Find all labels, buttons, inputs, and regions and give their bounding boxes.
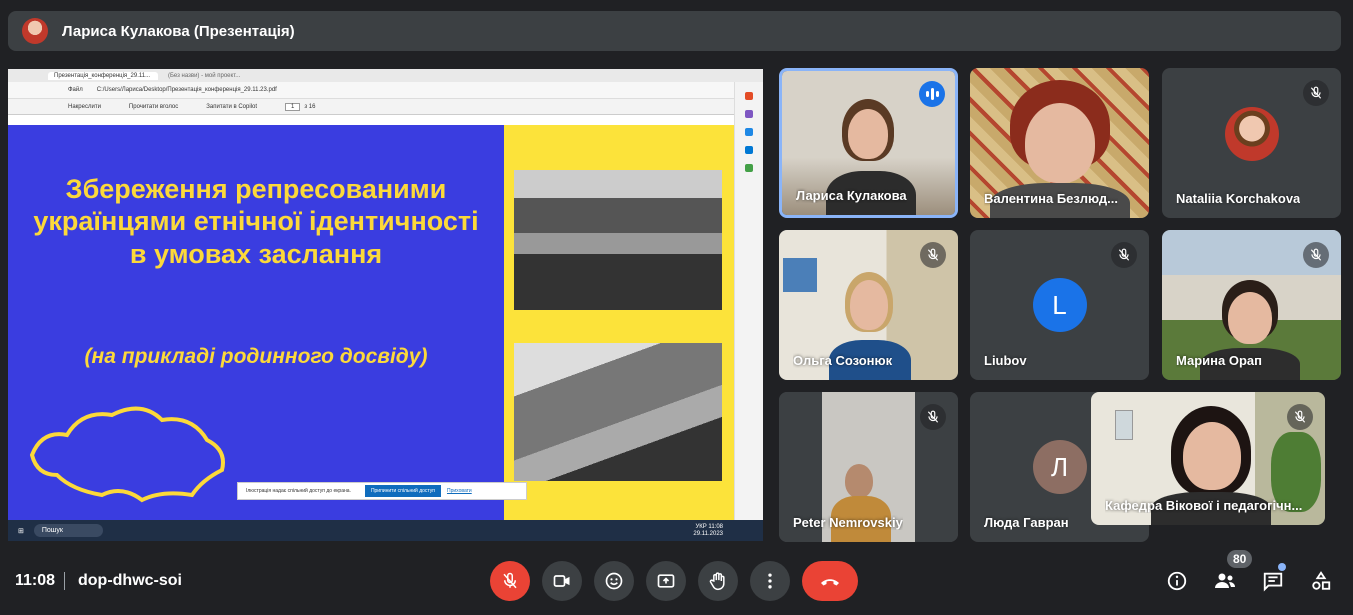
address-bar: Файл C:/Users/Лариса/Desktop/Презентація…: [8, 82, 763, 99]
mic-off-icon: [920, 404, 946, 430]
participant-tile[interactable]: Nataliia Korchakova: [1162, 68, 1341, 218]
participant-tile[interactable]: Кафедра Вікової і педагогічн...: [1091, 392, 1325, 525]
chat-button[interactable]: [1261, 569, 1285, 593]
historical-photo-village: [514, 343, 722, 481]
slide-title: Збереження репресованими українцями етні…: [33, 174, 479, 269]
participant-name: Ольга Созонюк: [793, 353, 893, 368]
windows-start-icon: ⊞: [18, 527, 24, 535]
participant-name: Peter Nemrovskiy: [793, 515, 903, 530]
presenter-bar: Лариса Кулакова (Презентація): [8, 11, 1341, 51]
pdf-draw-tool: Накреслити: [68, 103, 101, 110]
speaking-indicator-icon: [919, 81, 945, 107]
reactions-button[interactable]: [594, 561, 634, 601]
ukraine-map-outline: [29, 406, 225, 503]
participant-initial-avatar: L: [1032, 278, 1087, 332]
camera-icon: [553, 575, 570, 587]
mic-off-icon: [1287, 404, 1313, 430]
slide-subtitle: (на прикладі родинного досвіду): [84, 345, 428, 368]
mic-off-icon: [1111, 242, 1137, 268]
meeting-info-button[interactable]: [1165, 569, 1189, 593]
mic-off-icon: [1303, 242, 1329, 268]
participant-tile[interactable]: Peter Nemrovskiy: [779, 392, 958, 542]
meeting-controls-bar: 11:08 dop-dhwc-soi 80: [0, 550, 1353, 604]
new-message-dot: [1278, 563, 1286, 571]
sidebar-app-icon: [745, 92, 753, 100]
divider: [64, 572, 65, 590]
sidebar-app-icon: [745, 128, 753, 136]
participant-tile[interactable]: Лариса Кулакова: [779, 68, 958, 218]
taskbar-search: Пошук: [33, 524, 103, 537]
participant-name: Люда Гавран: [984, 515, 1069, 530]
address-label: Файл: [68, 87, 83, 93]
meeting-clock: 11:08: [15, 572, 56, 589]
participant-count-badge: 80: [1227, 550, 1253, 568]
windows-taskbar: ⊞ Пошук УКР 11:08 29.11.2023: [8, 520, 763, 541]
participant-name: Nataliia Korchakova: [1176, 191, 1301, 206]
pdf-page-total: з 16: [304, 103, 316, 110]
meeting-code: dop-dhwc-soi: [78, 572, 182, 589]
participant-name: Кафедра Вікової і педагогічн...: [1105, 498, 1303, 513]
activities-button[interactable]: [1309, 569, 1333, 593]
tray-time: 11:08: [708, 523, 723, 530]
present-screen-button[interactable]: [646, 561, 686, 601]
hide-notice-link[interactable]: Приховати: [447, 488, 472, 494]
tray-lang: УКР: [695, 523, 707, 530]
leave-call-button[interactable]: [802, 561, 858, 601]
stop-sharing-button[interactable]: Припинити спільний доступ: [364, 485, 441, 497]
raise-hand-button[interactable]: [698, 561, 738, 601]
tray-date: 29.11.2023: [693, 530, 723, 537]
presenter-avatar: [22, 18, 48, 44]
screen-share-notice: Ілюстрація надає спільний доступ до екра…: [237, 482, 527, 500]
browser-tab-active: Презентація_конференція_29.11...: [48, 71, 158, 80]
participant-tile[interactable]: Ольга Созонюк: [779, 230, 958, 380]
slide-yellow-panel: [504, 125, 734, 520]
call-end-icon: [821, 579, 839, 586]
participant-tile[interactable]: Валентина Безлюд...: [970, 68, 1149, 218]
share-notice-text: Ілюстрація надає спільний доступ до екра…: [246, 488, 351, 494]
participant-name: Валентина Безлюд...: [984, 191, 1118, 206]
participant-name: Liubov: [984, 353, 1027, 368]
camera-toggle-button[interactable]: [542, 561, 582, 601]
mic-off-icon: [920, 242, 946, 268]
browser-sidebar: [734, 82, 763, 522]
browser-tab-strip: Презентація_конференція_29.11... (Без на…: [8, 69, 763, 82]
participant-initial-avatar: Л: [1032, 440, 1087, 494]
participant-tile[interactable]: L Liubov: [970, 230, 1149, 380]
sidebar-app-icon: [745, 164, 753, 172]
present-icon: [657, 574, 675, 588]
participant-tile[interactable]: Марина Орап: [1162, 230, 1341, 380]
taskbar-tray: УКР 11:08 29.11.2023: [693, 524, 723, 537]
participant-name: Марина Орап: [1176, 353, 1262, 368]
shared-screen[interactable]: Презентація_конференція_29.11... (Без на…: [8, 69, 763, 541]
slide-blue-panel: Збереження репресованими українцями етні…: [8, 125, 504, 520]
activities-icon: [1312, 571, 1331, 590]
people-button[interactable]: [1213, 569, 1237, 593]
address-url: C:/Users/Лариса/Desktop/Презентація_конф…: [96, 87, 277, 93]
sidebar-app-icon: [745, 110, 753, 118]
browser-tab: (Без назви) - мой проект...: [168, 72, 241, 79]
participant-avatar: [1224, 107, 1279, 161]
mic-off-icon: [1303, 80, 1329, 106]
more-vert-icon: [768, 573, 772, 589]
pdf-copilot: Запитати в Copilot: [206, 103, 258, 110]
people-icon: [1215, 573, 1235, 588]
sidebar-app-icon: [745, 146, 753, 154]
emoji-icon: [605, 572, 623, 590]
info-icon: [1167, 571, 1187, 591]
pdf-read-aloud: Прочитати вголос: [128, 103, 179, 110]
raise-hand-icon: [709, 572, 725, 591]
historical-photo-train: [514, 170, 722, 310]
pdf-page-number: 1: [285, 102, 301, 111]
presenter-title: Лариса Кулакова (Презентація): [62, 22, 295, 40]
mic-off-icon: [503, 572, 517, 589]
participant-name: Лариса Кулакова: [796, 188, 907, 203]
chat-icon: [1263, 572, 1283, 592]
more-options-button[interactable]: [750, 561, 790, 601]
pdf-toolbar: Накреслити Прочитати вголос Запитати в C…: [8, 99, 763, 115]
mic-toggle-button[interactable]: [490, 561, 530, 601]
